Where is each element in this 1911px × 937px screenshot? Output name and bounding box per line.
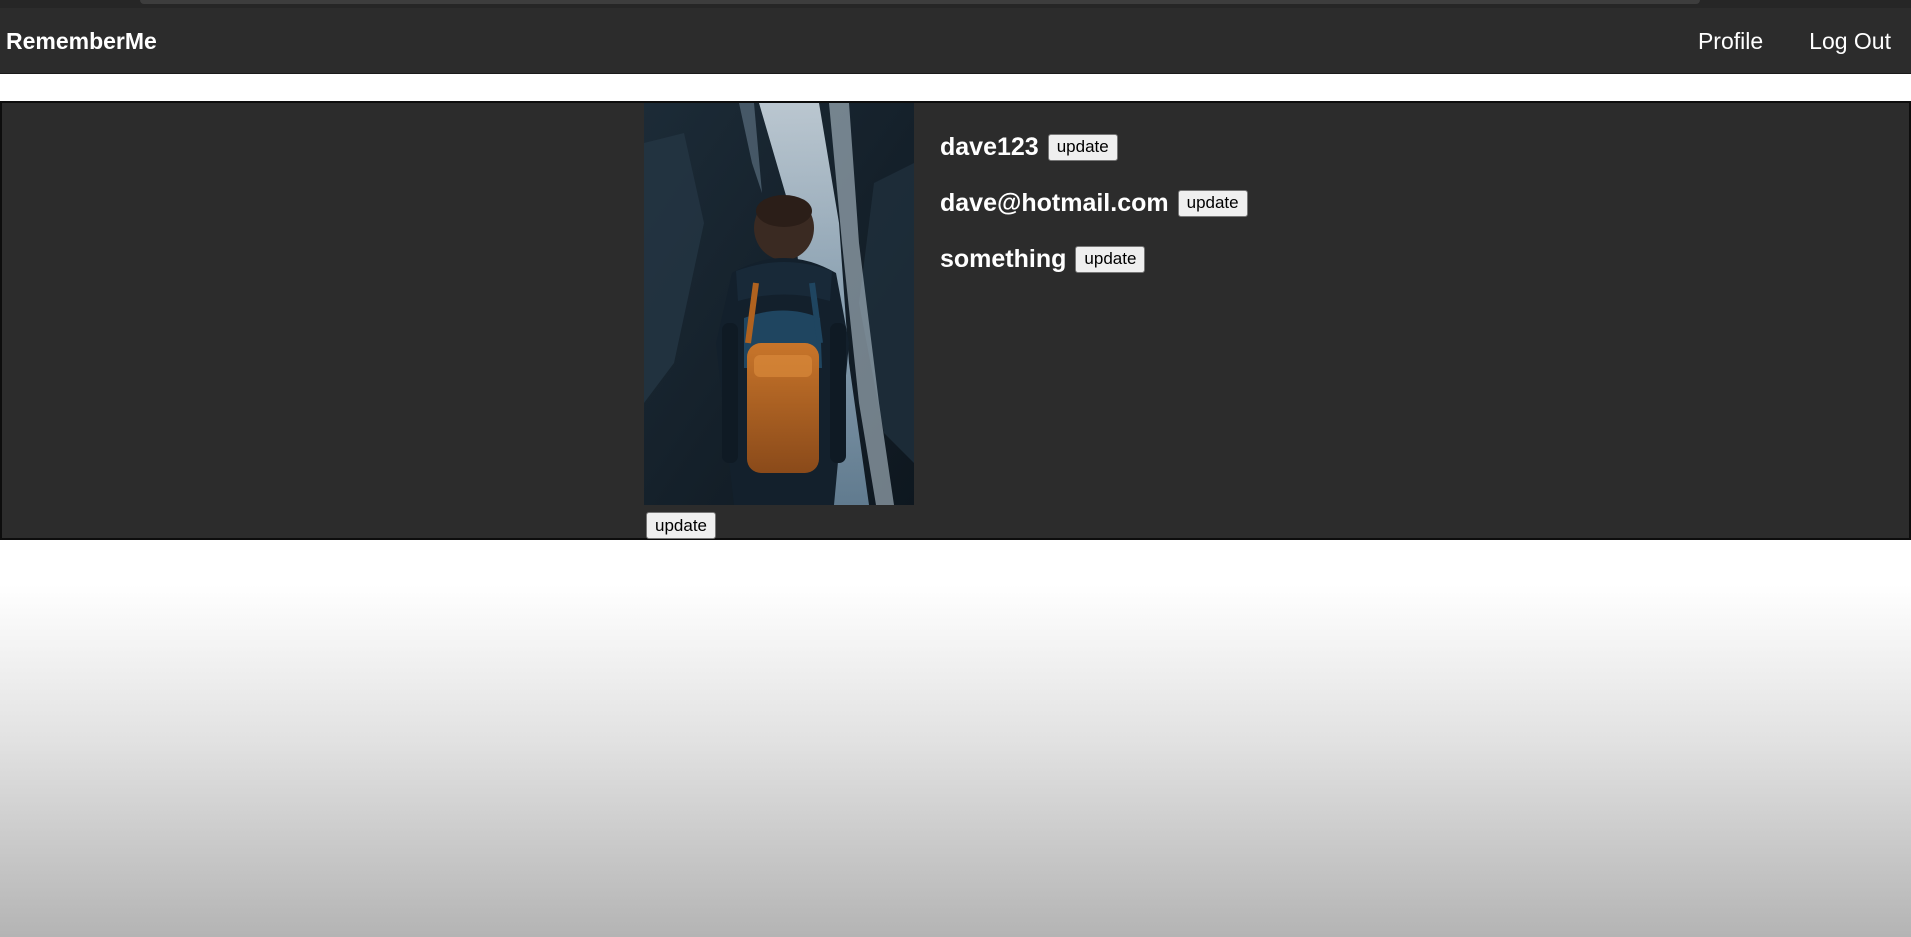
update-photo-button[interactable]: update: [646, 512, 716, 539]
update-username-button[interactable]: update: [1047, 133, 1118, 161]
profile-info: dave123 update dave@hotmail.com update s…: [940, 127, 1248, 295]
profile-photo: [644, 103, 914, 505]
username-value: dave123: [940, 132, 1039, 161]
email-row: dave@hotmail.com update: [940, 183, 1248, 223]
update-email-button[interactable]: update: [1177, 189, 1248, 217]
browser-tab-edge: [140, 0, 1700, 4]
browser-top-strip: [0, 0, 1911, 8]
email-value: dave@hotmail.com: [940, 188, 1169, 217]
nav-links: Profile Log Out: [1698, 8, 1891, 74]
profile-panel: update dave123 update dave@hotmail.com u…: [0, 101, 1911, 540]
bio-row: something update: [940, 239, 1248, 279]
brand-logo-link[interactable]: RememberMe: [6, 8, 157, 74]
bio-value: something: [940, 244, 1067, 273]
nav-link-logout[interactable]: Log Out: [1809, 28, 1891, 55]
username-row: dave123 update: [940, 127, 1248, 167]
update-bio-button[interactable]: update: [1075, 245, 1146, 273]
navbar: RememberMe Profile Log Out: [0, 8, 1911, 74]
nav-link-profile[interactable]: Profile: [1698, 28, 1763, 55]
